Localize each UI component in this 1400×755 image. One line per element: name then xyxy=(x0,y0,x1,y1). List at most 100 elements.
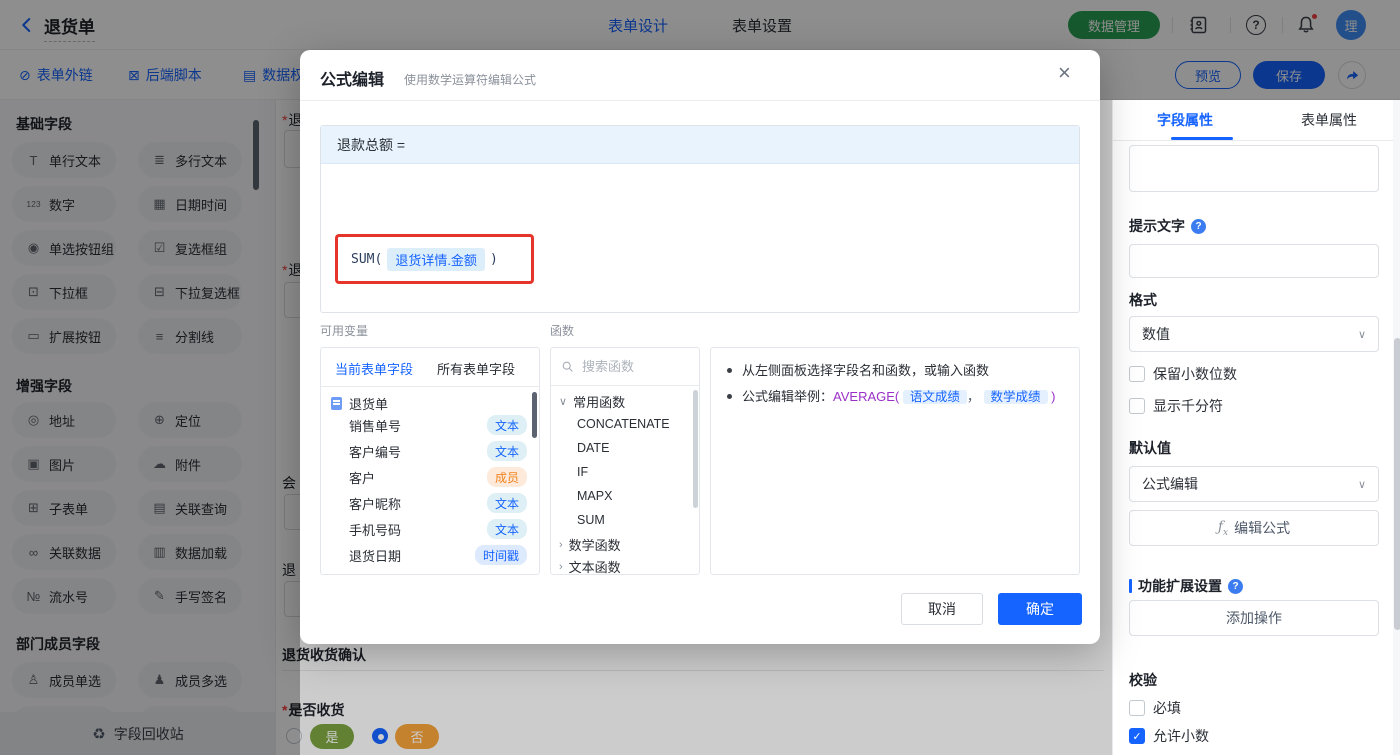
variable-row[interactable]: 退货日期 时间戳 xyxy=(321,542,539,568)
variable-row[interactable]: 客户编号 文本 xyxy=(321,438,539,464)
edit-formula-button[interactable]: ƒx 编辑公式 xyxy=(1129,510,1379,546)
tips-panel: 从左侧面板选择字段名和函数，或输入函数 公式编辑举例：AVERAGE( 语文成绩… xyxy=(710,347,1080,575)
format-label: 格式 xyxy=(1129,292,1157,308)
functions-scrollbar-thumb[interactable] xyxy=(693,390,698,508)
tab-current-form-fields[interactable]: 当前表单字段 xyxy=(335,359,413,378)
bullet-dot xyxy=(727,394,732,399)
function-item[interactable]: SUM xyxy=(577,513,605,527)
function-item[interactable]: IF xyxy=(577,465,588,479)
tab-field-properties[interactable]: 字段属性 xyxy=(1113,100,1257,140)
validation-label: 校验 xyxy=(1129,672,1157,688)
variables-scrollbar-thumb[interactable] xyxy=(532,392,537,438)
variable-type-badge: 文本 xyxy=(486,493,527,513)
variable-name: 销售单号 xyxy=(349,418,402,434)
bullet-dot xyxy=(727,368,732,373)
modal-header-divider xyxy=(300,100,1100,101)
format-select[interactable]: 数值 ∨ xyxy=(1129,316,1379,352)
extension-help-icon[interactable]: ? xyxy=(1228,578,1243,594)
variable-type-badge: 文本 xyxy=(486,519,527,539)
variables-section-label: 可用变量 xyxy=(320,324,369,338)
variable-type-badge: 时间戳 xyxy=(474,545,527,565)
tab-form-properties[interactable]: 表单属性 xyxy=(1257,100,1400,140)
chevron-expanded-icon: ∨ xyxy=(559,396,568,408)
required-checkbox[interactable]: 必填 xyxy=(1129,698,1181,718)
fx-icon: ƒx xyxy=(1217,518,1229,538)
function-search[interactable] xyxy=(551,348,699,386)
chevron-collapsed-icon: › xyxy=(559,538,563,551)
tip-example-line: 公式编辑举例：AVERAGE( 语文成绩， 数学成绩 ) xyxy=(727,386,1056,408)
formula-editor[interactable]: 退款总额 = SUM( 退货详情.金额 ) xyxy=(320,125,1080,313)
example-function-token: AVERAGE( xyxy=(833,389,900,404)
function-item[interactable]: DATE xyxy=(577,441,609,455)
extension-settings-label: 功能扩展设置? xyxy=(1129,576,1243,596)
modal-subtitle: 使用数学运算符编辑公式 xyxy=(404,73,537,87)
checkbox-icon xyxy=(1129,366,1145,382)
hint-text-label: 提示文字? xyxy=(1129,216,1206,236)
function-group-common[interactable]: ∨ 常用函数 xyxy=(559,392,625,411)
modal-overlay xyxy=(0,100,300,755)
default-value: 公式编辑 xyxy=(1142,476,1198,492)
tip-line: 从左侧面板选择字段名和函数，或输入函数 xyxy=(727,360,989,381)
example-field-chip: 数学成绩 xyxy=(983,390,1048,404)
example-close-token: ) xyxy=(1051,389,1056,404)
checkbox-label: 显示千分符 xyxy=(1153,398,1223,414)
description-box[interactable] xyxy=(1129,145,1379,192)
annotation-highlight-box xyxy=(335,234,534,284)
close-icon[interactable]: × xyxy=(1058,62,1071,84)
checkbox-icon xyxy=(1129,398,1145,414)
modal-title: 公式编辑 xyxy=(320,72,385,89)
variable-row[interactable]: 手机号码 文本 xyxy=(321,516,539,542)
form-tree-root-label: 退货单 xyxy=(349,397,389,412)
function-group-label: 数学函数 xyxy=(568,538,621,553)
thousand-separator-checkbox[interactable]: 显示千分符 xyxy=(1129,396,1223,416)
format-value: 数值 xyxy=(1142,326,1170,342)
section-accent-bar xyxy=(1129,579,1132,593)
variable-name: 退货日期 xyxy=(349,548,402,564)
cancel-button[interactable]: 取消 xyxy=(901,593,983,625)
function-group-label: 文本函数 xyxy=(568,560,621,575)
hint-help-icon[interactable]: ? xyxy=(1191,218,1206,234)
variable-row[interactable]: 客户 成员 xyxy=(321,464,539,490)
allow-decimal-checkbox[interactable]: ✓ 允许小数 xyxy=(1129,726,1209,746)
function-group-math[interactable]: › 数学函数 xyxy=(559,535,621,554)
variable-row[interactable]: 客户昵称 文本 xyxy=(321,490,539,516)
variables-panel: 当前表单字段 所有表单字段 退货单 销售单号 文本 客户编号 文本 客户 成员 客户昵… xyxy=(320,347,540,575)
function-search-input[interactable] xyxy=(582,359,682,374)
keep-decimal-checkbox[interactable]: 保留小数位数 xyxy=(1129,364,1237,384)
chevron-down-icon: ∨ xyxy=(1357,478,1366,491)
app-window: 退货单 表单设计 表单设置 数据管理 ? 理 ⊘ 表单外链 ⊠ 后端脚本 ▤ 数… xyxy=(0,0,1400,755)
property-panel: 字段属性 表单属性 提示文字? 格式 数值 ∨ 保留小数位数 显示千分符 默认值… xyxy=(1112,100,1400,755)
form-tree-root[interactable]: 退货单 xyxy=(331,394,388,413)
search-icon xyxy=(562,361,573,372)
function-group-text[interactable]: › 文本函数 xyxy=(559,557,621,575)
default-value-select[interactable]: 公式编辑 ∨ xyxy=(1129,466,1379,502)
hint-text-input[interactable] xyxy=(1129,244,1379,278)
tabs-divider xyxy=(321,386,539,387)
example-field-chip: 语文成绩 xyxy=(902,390,967,404)
tabs-divider xyxy=(1113,140,1400,141)
function-item[interactable]: MAPX xyxy=(577,489,612,503)
function-group-label: 常用函数 xyxy=(573,395,626,410)
chevron-collapsed-icon: › xyxy=(559,560,563,573)
checkbox-label: 允许小数 xyxy=(1153,728,1209,744)
tab-all-form-fields[interactable]: 所有表单字段 xyxy=(437,359,515,378)
confirm-button[interactable]: 确定 xyxy=(998,593,1082,625)
form-doc-icon xyxy=(331,397,342,410)
function-item[interactable]: CONCATENATE xyxy=(577,417,670,431)
functions-panel: ∨ 常用函数 CONCATENATE DATE IF MAPX SUM › 数学函数… xyxy=(550,347,700,575)
edit-formula-label: 编辑公式 xyxy=(1234,520,1291,536)
variable-type-badge: 成员 xyxy=(486,467,527,487)
variable-name: 客户编号 xyxy=(349,444,402,460)
panel-scrollbar-thumb[interactable] xyxy=(1394,338,1400,630)
formula-edit-modal: 公式编辑 使用数学运算符编辑公式 × 退款总额 = SUM( 退货详情.金额 )… xyxy=(300,50,1100,644)
checkbox-checked-icon: ✓ xyxy=(1129,728,1145,744)
functions-section-label: 函数 xyxy=(550,324,575,338)
variable-type-badge: 文本 xyxy=(486,415,527,435)
variable-name: 客户昵称 xyxy=(349,496,402,512)
variable-row[interactable]: 销售单号 文本 xyxy=(321,412,539,438)
checkbox-label: 必填 xyxy=(1153,700,1181,716)
chevron-down-icon: ∨ xyxy=(1357,328,1366,341)
add-action-button[interactable]: 添加操作 xyxy=(1129,600,1379,636)
variable-type-badge: 文本 xyxy=(486,441,527,461)
checkbox-label: 保留小数位数 xyxy=(1153,366,1237,382)
